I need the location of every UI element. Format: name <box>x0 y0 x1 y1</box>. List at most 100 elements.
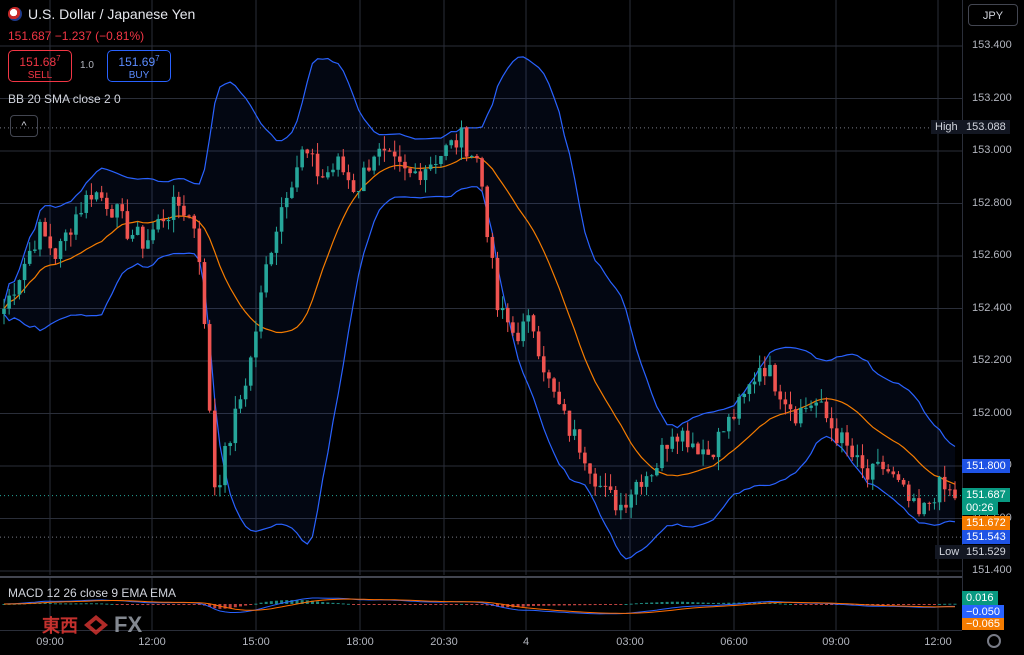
sell-label: SELL <box>27 70 53 81</box>
candle-body <box>53 248 58 259</box>
macd-hist-bar <box>629 603 633 605</box>
settings-gear-icon[interactable] <box>987 634 1001 648</box>
sell-button[interactable]: 151.687 SELL <box>8 50 72 82</box>
macd-hist-bar <box>912 604 916 605</box>
candle-body <box>737 397 741 419</box>
macd-hist-bar <box>151 604 155 605</box>
candle-body <box>331 169 335 173</box>
candle-body <box>567 410 572 436</box>
candle-body <box>860 455 865 469</box>
price-tick-label: 151.400 <box>972 564 1012 576</box>
collapse-legend-button[interactable]: ^ <box>10 115 38 137</box>
candle-body <box>187 215 191 217</box>
candle-body <box>531 315 536 332</box>
candle-body <box>649 475 654 477</box>
macd-hist-bar <box>141 604 145 606</box>
macd-hist-bar <box>819 604 823 605</box>
candle-body <box>279 207 284 232</box>
currency-button[interactable]: JPY <box>968 4 1018 26</box>
macd-hist-bar <box>439 604 443 605</box>
time-tick-label: 4 <box>522 636 530 648</box>
price-change-percent: (−0.81%) <box>95 29 145 43</box>
bollinger-legend[interactable]: BB 20 SMA close 2 0 <box>8 92 121 106</box>
candle-body <box>886 469 890 472</box>
candle-body <box>233 408 238 444</box>
price-tick-label: 152.400 <box>972 301 1012 314</box>
candle-body <box>166 219 171 222</box>
candle-body <box>536 331 541 357</box>
candle-body <box>356 191 361 193</box>
price-tick-label: 153.000 <box>972 144 1012 156</box>
candle-body <box>254 331 258 358</box>
macd-hist-bar <box>717 602 721 604</box>
candle-body <box>763 367 767 377</box>
macd-hist-bar <box>177 604 181 605</box>
macd-hist-bar <box>105 603 109 605</box>
time-tick-label: 20:30 <box>430 636 458 648</box>
candle-body <box>948 489 952 491</box>
macd-hist-bar <box>727 602 731 604</box>
candle-body <box>439 155 443 165</box>
macd-signal-tag: −0.050 <box>962 605 1004 619</box>
macd-hist-bar <box>583 604 587 606</box>
macd-hist-bar <box>326 602 330 604</box>
candle-body <box>552 378 556 392</box>
candle-body <box>387 150 392 152</box>
macd-hist-bar <box>619 604 623 605</box>
candle-body <box>305 149 310 154</box>
price-chart[interactable] <box>0 0 962 575</box>
macd-hist-bar <box>943 603 947 605</box>
candle-body <box>48 236 53 249</box>
candle-body <box>850 445 854 458</box>
price-tick-label: 152.600 <box>972 249 1012 261</box>
macd-hist-bar <box>161 604 165 605</box>
macd-hist-bar <box>346 603 350 605</box>
candle-body <box>43 221 47 237</box>
macd-hist-bar <box>573 604 577 606</box>
macd-hist-bar <box>388 604 392 605</box>
quantity-value[interactable]: 1.0 <box>80 60 94 71</box>
candle-body <box>243 385 248 400</box>
candle-body <box>927 502 932 504</box>
macd-hist-bar <box>372 604 376 605</box>
macd-hist-bar <box>274 600 278 604</box>
macd-hist-bar <box>367 604 371 605</box>
candle-body <box>917 498 921 515</box>
symbol-title[interactable]: U.S. Dollar / Japanese Yen <box>28 6 195 22</box>
us-flag-icon <box>8 7 22 21</box>
countdown-tag: 00:26 <box>962 501 998 515</box>
macd-hist-bar <box>681 601 685 604</box>
chevron-up-icon: ^ <box>21 120 27 132</box>
candle-body <box>480 158 484 187</box>
candle-body <box>541 356 546 373</box>
candle-body <box>577 429 582 453</box>
symbol-header[interactable]: U.S. Dollar / Japanese Yen <box>8 6 195 22</box>
chart-root[interactable]: 153.400 153.200 153.000 152.800 152.600 152.4… <box>0 0 1024 655</box>
macd-hist-bar <box>480 604 484 605</box>
candle-body <box>346 172 351 181</box>
candle-body <box>680 430 685 442</box>
macd-hist-bar <box>238 604 242 607</box>
macd-signal-line <box>4 598 955 614</box>
candle-body <box>146 240 150 249</box>
candle-body <box>320 176 325 178</box>
candle-body <box>732 416 736 419</box>
candle-body <box>778 391 783 400</box>
macd-hist-bar <box>131 604 135 605</box>
candle-body <box>161 218 166 222</box>
candle-body <box>742 393 747 398</box>
macd-hist-bar <box>531 604 535 606</box>
logo-fx-text: FX <box>114 612 143 637</box>
candle-body <box>197 228 202 263</box>
candle-body <box>505 307 510 323</box>
candle-body <box>7 295 11 309</box>
candle-body <box>855 455 860 458</box>
candle-body <box>392 151 397 157</box>
sell-price-sup: 7 <box>56 54 61 63</box>
candle-body <box>572 429 577 436</box>
buy-button[interactable]: 151.697 BUY <box>107 50 171 82</box>
macd-legend[interactable]: MACD 12 26 close 9 EMA EMA <box>8 586 176 600</box>
candle-body <box>362 167 366 192</box>
candle-body <box>521 321 525 342</box>
time-tick-label: 12:00 <box>924 636 952 648</box>
